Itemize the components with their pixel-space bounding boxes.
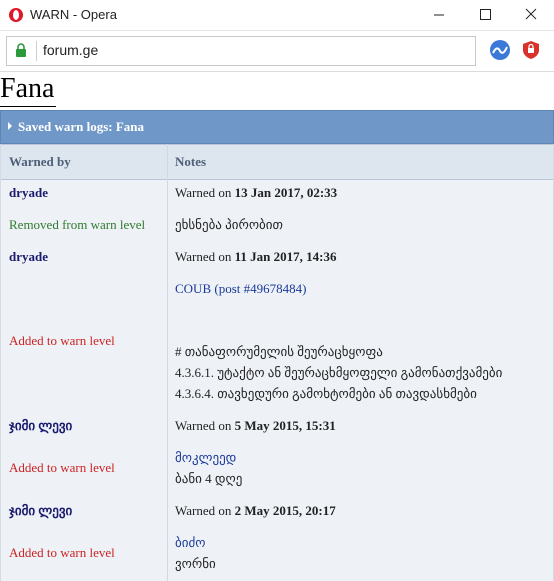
address-bar: forum.ge bbox=[0, 31, 554, 72]
url-separator bbox=[36, 41, 37, 61]
url-field[interactable]: forum.ge bbox=[6, 36, 476, 66]
warn-note-line: 4.3.6.1. უტაქტო ან შეურაცხმყოფელი გამონა… bbox=[175, 365, 503, 380]
warned-on-label: Warned on bbox=[175, 418, 235, 433]
expand-arrow-icon bbox=[8, 122, 12, 130]
warned-on-label: Warned on bbox=[175, 503, 235, 518]
vpn-extension-icon[interactable] bbox=[489, 39, 511, 61]
warn-action-status: Added to warn level bbox=[9, 545, 115, 560]
column-header-notes: Notes bbox=[175, 154, 207, 169]
warn-date: Warned on 13 Jan 2017, 02:33 bbox=[175, 185, 337, 201]
warned-by-user-link[interactable]: dryade bbox=[9, 185, 48, 201]
warn-action-status: Removed from warn level bbox=[9, 217, 146, 232]
warn-log-table: Warned by Notes dryade Warned on 13 Jan … bbox=[0, 144, 554, 581]
warned-on-label: Warned on bbox=[175, 185, 235, 200]
warn-log-header[interactable]: Saved warn logs: Fana bbox=[0, 110, 554, 144]
minimize-button[interactable] bbox=[416, 0, 462, 30]
maximize-icon bbox=[480, 9, 491, 20]
warn-note-line: 4.3.6.4. თავხედური გამოხტომები ან თავდას… bbox=[175, 386, 477, 401]
maximize-button[interactable] bbox=[462, 0, 508, 30]
warn-date: Warned on 11 Jan 2017, 14:36 bbox=[175, 249, 336, 265]
lock-icon bbox=[16, 43, 26, 57]
close-button[interactable] bbox=[508, 0, 554, 30]
warned-by-user-link[interactable]: ჯიმი ლევი bbox=[9, 503, 72, 519]
warn-note-line: ეხსნება პირობით bbox=[175, 217, 283, 232]
minimize-icon bbox=[434, 14, 444, 16]
warn-note-line: მოკლეედ bbox=[175, 450, 237, 465]
warn-log-title: Saved warn logs: Fana bbox=[18, 119, 145, 134]
column-divider bbox=[167, 144, 168, 581]
post-link[interactable]: COUB (post #49678484) bbox=[175, 281, 306, 297]
warn-date-value: 13 Jan 2017, 02:33 bbox=[234, 185, 338, 200]
column-header-warned-by: Warned by bbox=[9, 154, 71, 169]
warn-note-line: ბიძო bbox=[175, 535, 206, 550]
window-titlebar: WARN - Opera bbox=[0, 0, 554, 31]
warn-action-status: Added to warn level bbox=[9, 333, 115, 348]
warn-action-status: Added to warn level bbox=[9, 460, 115, 475]
warn-note-line: ვორნი bbox=[175, 556, 216, 571]
warn-note-line: ბანი 4 დღე bbox=[175, 471, 243, 486]
warn-date-value: 5 May 2015, 15:31 bbox=[234, 418, 336, 433]
table-header: Warned by Notes bbox=[1, 144, 553, 180]
opera-logo-icon bbox=[9, 8, 23, 22]
page-title: Fana bbox=[0, 72, 57, 107]
window-title: WARN - Opera bbox=[30, 7, 117, 22]
warned-by-user-link[interactable]: dryade bbox=[9, 249, 48, 265]
warn-note-line: # თანაფორუმელის შეურაცხყოფა bbox=[175, 344, 383, 359]
url-text: forum.ge bbox=[43, 42, 99, 58]
warn-date: Warned on 5 May 2015, 15:31 bbox=[175, 418, 336, 434]
warned-on-label: Warned on bbox=[175, 249, 235, 264]
warn-date-value: 2 May 2015, 20:17 bbox=[234, 503, 336, 518]
close-icon bbox=[525, 8, 537, 20]
warn-date: Warned on 2 May 2015, 20:17 bbox=[175, 503, 336, 519]
adblock-shield-icon[interactable] bbox=[520, 39, 542, 61]
warned-by-user-link[interactable]: ჯიმი ლევი bbox=[9, 418, 72, 434]
warn-date-value: 11 Jan 2017, 14:36 bbox=[234, 249, 337, 264]
